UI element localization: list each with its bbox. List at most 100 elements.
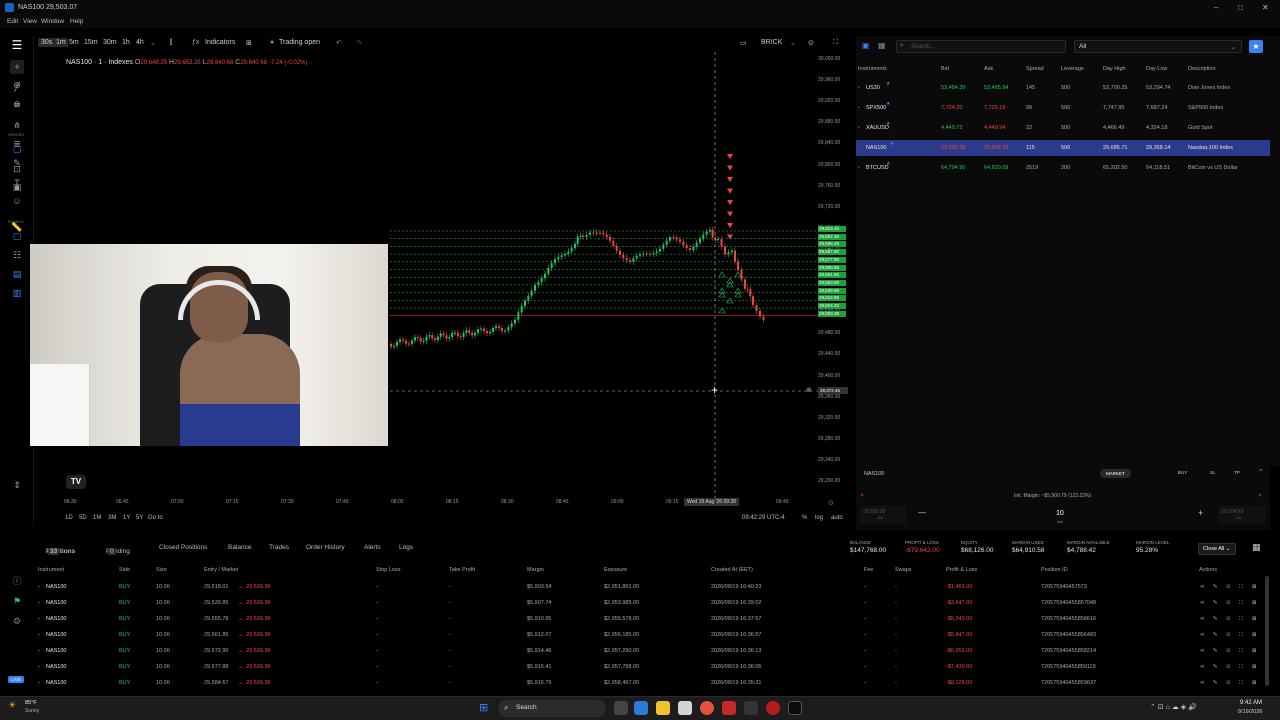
undo-icon[interactable]: ↶ <box>336 39 342 47</box>
weather-temp[interactable]: 85°F <box>25 700 37 706</box>
goto-button[interactable]: Go to <box>148 515 163 521</box>
favorite-star-icon[interactable]: ★ <box>886 161 890 167</box>
positions-header[interactable]: Instrument <box>38 567 64 573</box>
target-icon[interactable]: ⊙ <box>1226 680 1231 686</box>
chrome-icon[interactable] <box>700 701 714 715</box>
settings-icon[interactable]: ⊙ <box>828 499 834 507</box>
bottom-settings-icon[interactable]: ⚙ <box>10 614 24 628</box>
close-position-icon[interactable]: ⊠ <box>1252 584 1257 590</box>
share-icon[interactable]: ⋖ <box>1200 616 1205 622</box>
instrument-row[interactable]: ▪ XAUUSD 4,449.72 4,449.94 22 500 4,466.49 4,32… <box>856 120 1270 136</box>
instrument-header[interactable]: Day Low <box>1146 66 1167 72</box>
app-dark-icon[interactable] <box>744 701 758 715</box>
panel-chart-icon[interactable]: ▢ <box>10 229 24 243</box>
app-red-icon[interactable] <box>722 701 736 715</box>
chevron-down-icon[interactable]: ⌄ <box>790 39 796 47</box>
taskbar-search[interactable]: ⌕ Search <box>498 700 606 717</box>
close-position-icon[interactable]: ⊠ <box>1252 632 1257 638</box>
windows-start-icon[interactable]: ⊞ <box>479 701 488 714</box>
positions-header[interactable]: Side <box>119 567 130 573</box>
close-position-icon[interactable]: ⊠ <box>1252 600 1257 606</box>
share-icon[interactable]: ⋖ <box>1200 584 1205 590</box>
app-circle-icon[interactable] <box>766 701 780 715</box>
collapse-icon[interactable]: ⌃ <box>1258 468 1264 476</box>
range-5d[interactable]: 5D <box>79 515 87 521</box>
indicators-button[interactable]: Indicators <box>205 39 235 46</box>
grid-view-icon[interactable]: ▦ <box>1252 542 1261 553</box>
positions-header[interactable]: Fee <box>864 567 873 573</box>
share-icon[interactable]: ⋖ <box>1200 664 1205 670</box>
target-icon[interactable]: ⊙ <box>1226 616 1231 622</box>
instrument-header[interactable]: Day High <box>1103 66 1126 72</box>
edit-icon[interactable]: ✎ <box>1213 616 1218 622</box>
minimize-button[interactable]: – <box>1214 3 1218 12</box>
close-all-button[interactable]: Close All ⌄ <box>1198 543 1236 555</box>
expand-icon[interactable]: ⛶ <box>1239 584 1243 591</box>
fullscreen-icon[interactable]: ⛶ <box>833 39 838 47</box>
instrument-row[interactable]: ▪ BTCUSD 64,794.90 64,820.09 2519 200 65,202.5… <box>856 160 1270 176</box>
expand-icon[interactable]: ⛶ <box>1239 616 1243 623</box>
info-icon[interactable]: ⓘ <box>10 574 24 588</box>
tab-balance[interactable]: Balance <box>228 544 252 551</box>
position-row[interactable]: ▪ NAS100 BUY 10.00 29,518.01 29,503.38 - - $5,90… <box>34 580 1270 596</box>
instrument-header[interactable]: Leverage <box>1061 66 1084 72</box>
indicators-icon[interactable]: ƒx <box>192 39 199 46</box>
favorite-star-icon[interactable]: ★ <box>890 141 894 147</box>
positions-header[interactable]: Margin <box>527 567 544 573</box>
tab-order-history[interactable]: Order History <box>306 544 345 551</box>
range-1m[interactable]: 1M <box>93 515 101 521</box>
positions-scrollbar[interactable] <box>1265 576 1269 686</box>
edit-icon[interactable]: ✎ <box>1213 632 1218 638</box>
instrument-header[interactable]: Bid <box>941 66 949 72</box>
share-icon[interactable]: ⋖ <box>1200 632 1205 638</box>
target-icon[interactable]: ⊙ <box>1226 648 1231 654</box>
instrument-header[interactable]: Spread <box>1026 66 1044 72</box>
position-row[interactable]: ▪ NAS100 BUY 10.00 29,555.78 29,503.38 - - $5,91… <box>34 612 1270 628</box>
positions-header[interactable]: Entry / Market <box>204 567 238 573</box>
camera-icon[interactable]: ⊙ <box>808 39 814 47</box>
share-icon[interactable]: ⋖ <box>1200 680 1205 686</box>
watchlist-icon[interactable]: ▣ <box>862 41 870 50</box>
cart-icon[interactable]: ⊡ <box>10 162 24 176</box>
instrument-filter-select[interactable]: All ⌄ <box>1074 40 1242 53</box>
redo-icon[interactable]: ↷ <box>356 39 362 47</box>
sell-button[interactable]: 29,503.38 Bid <box>860 506 906 524</box>
log-toggle[interactable]: log <box>815 515 823 521</box>
interval-30m[interactable]: 30m <box>103 39 117 46</box>
templates-icon[interactable]: ⊞ <box>246 39 252 47</box>
instrument-header[interactable]: Ask <box>984 66 993 72</box>
position-row[interactable]: ▪ NAS100 BUY 10.00 29,577.88 29,503.38 - - $5,91… <box>34 660 1270 676</box>
tab-alerts[interactable]: Alerts <box>364 544 381 551</box>
buy-button[interactable]: 29,504.53 Ask <box>1218 506 1266 524</box>
interval-1m[interactable]: 1m <box>54 38 68 47</box>
instrument-row[interactable]: ▪ US30 53,484.39 53,485.84 145 500 53,700.25 53… <box>856 80 1270 96</box>
menu-window[interactable]: Window <box>41 18 64 25</box>
table-icon[interactable]: ▦ <box>878 41 886 50</box>
range-1d[interactable]: 1D <box>65 515 73 521</box>
edge-icon[interactable] <box>634 701 648 715</box>
sell-icon[interactable]: ● <box>860 492 864 499</box>
range-3m[interactable]: 3M <box>108 515 116 521</box>
file-explorer-icon[interactable] <box>656 701 670 715</box>
zoom-out-icon[interactable]: ⊖ <box>10 97 24 111</box>
interval-1h[interactable]: 1h <box>122 39 130 46</box>
target-icon[interactable]: ⊙ <box>1226 600 1231 606</box>
orders-icon[interactable]: ▣ <box>10 180 24 194</box>
close-position-icon[interactable]: ⊠ <box>1252 664 1257 670</box>
qty-input[interactable]: 10 <box>1056 510 1064 517</box>
panel-table-icon[interactable]: ▥ <box>10 286 24 300</box>
positions-header[interactable]: Take Profit <box>449 567 475 573</box>
instrument-row[interactable]: ▪ SPX500 7,724.20 7,725.19 99 500 7,747.95 7,68… <box>856 100 1270 116</box>
clock-time[interactable]: 9:42 AM <box>1240 700 1262 706</box>
crosshair-icon[interactable]: + <box>10 60 24 74</box>
tray-icons[interactable]: ⌃ ⊡ ⌂ ☁ ◈ 🔊 <box>1150 703 1197 711</box>
order-buy-tab[interactable]: BUY <box>1178 470 1187 475</box>
target-icon[interactable]: ⊙ <box>1226 664 1231 670</box>
instrument-header[interactable]: Description <box>1188 66 1216 72</box>
tab-logs[interactable]: Logs <box>399 544 413 551</box>
menu-edit[interactable]: Edit <box>7 18 18 25</box>
close-position-icon[interactable]: ⊠ <box>1252 648 1257 654</box>
trading-app-icon[interactable] <box>788 701 802 715</box>
positions-header[interactable]: Created At (EET) <box>711 567 753 573</box>
eye-icon[interactable]: ⇕ <box>10 478 24 492</box>
